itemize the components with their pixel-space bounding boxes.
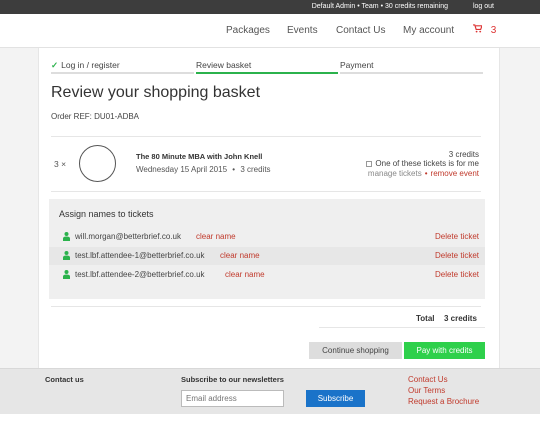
step-login[interactable]: ✓ Log in / register [51, 60, 120, 71]
clear-name-link[interactable]: clear name [196, 232, 236, 241]
remove-event-link[interactable]: remove event [431, 169, 479, 178]
attendee-row: test.lbf.attendee-2@betterbrief.co.uk cl… [49, 266, 485, 284]
main-nav: Packages Events Contact Us My account 3 [0, 14, 540, 48]
divider [51, 136, 481, 137]
event-actions: manage tickets • remove event [367, 169, 479, 178]
account-status: Default Admin • Team • 30 credits remain… [311, 3, 448, 10]
newsletter-email-input[interactable] [181, 390, 284, 407]
step-bar-review [196, 72, 338, 74]
footer: Contact us Subscribe to our newsletters … [0, 368, 540, 414]
event-quantity: 3 × [54, 159, 67, 169]
attendee-email: will.morgan@betterbrief.co.uk [75, 232, 181, 241]
nav-contact-us[interactable]: Contact Us [336, 25, 385, 36]
step-bar-payment [340, 72, 483, 74]
checkout-steps: ✓ Log in / register Review basket Payment [51, 60, 483, 74]
page-bottom [0, 414, 540, 443]
event-date-line: Wednesday 15 April 2015 • 3 credits [136, 165, 271, 174]
ticket-for-me[interactable]: One of these tickets is for me [366, 159, 479, 168]
event-title[interactable]: The 80 Minute MBA with John Knell [136, 152, 262, 161]
cart-icon [473, 24, 485, 36]
checkmark-icon: ✓ [51, 60, 59, 70]
top-bar: Default Admin • Team • 30 credits remain… [0, 0, 540, 14]
person-icon [63, 232, 70, 243]
pay-with-credits-button[interactable]: Pay with credits [404, 342, 485, 359]
page-title: Review your shopping basket [51, 84, 261, 101]
clear-name-link[interactable]: clear name [220, 251, 260, 260]
continue-shopping-button[interactable]: Continue shopping [309, 342, 402, 359]
delete-ticket-link[interactable]: Delete ticket [435, 270, 479, 279]
subscribe-button[interactable]: Subscribe [306, 390, 365, 407]
attendee-email: test.lbf.attendee-1@betterbrief.co.uk [75, 251, 205, 260]
cart-count: 3 [490, 25, 497, 36]
attendee-email: test.lbf.attendee-2@betterbrief.co.uk [75, 270, 205, 279]
assign-names-section: Assign names to tickets will.morgan@bett… [49, 199, 485, 299]
footer-link-contact-us[interactable]: Contact Us [408, 375, 448, 384]
attendee-row: will.morgan@betterbrief.co.uk clear name… [49, 228, 485, 246]
manage-tickets-link[interactable]: manage tickets [368, 169, 422, 178]
ticket-for-me-checkbox[interactable] [366, 160, 373, 167]
cart-button[interactable]: 3 [473, 24, 496, 36]
newsletter-heading: Subscribe to our newsletters [181, 375, 284, 384]
footer-link-our-terms[interactable]: Our Terms [408, 386, 445, 395]
assign-heading: Assign names to tickets [59, 209, 154, 219]
step-payment: Payment [340, 60, 374, 70]
person-icon [63, 251, 70, 262]
delete-ticket-link[interactable]: Delete ticket [435, 251, 479, 260]
basket-panel: ✓ Log in / register Review basket Payment… [38, 48, 500, 368]
nav-events[interactable]: Events [287, 25, 318, 36]
divider [51, 306, 481, 307]
footer-contact-heading: Contact us [45, 375, 84, 384]
footer-link-request-brochure[interactable]: Request a Brochure [408, 397, 479, 406]
logout-link[interactable]: log out [473, 3, 494, 10]
attendee-row: test.lbf.attendee-1@betterbrief.co.uk cl… [49, 247, 485, 265]
event-credits: 3 credits [448, 150, 479, 159]
nav-packages[interactable]: Packages [226, 25, 270, 36]
total-label: Total [416, 314, 435, 323]
total-value: 3 credits [444, 314, 477, 323]
divider [319, 327, 485, 328]
clear-name-link[interactable]: clear name [225, 270, 265, 279]
person-icon [63, 270, 70, 281]
order-ref: Order REF: DU01-ADBA [51, 112, 140, 121]
event-image [79, 145, 116, 182]
delete-ticket-link[interactable]: Delete ticket [435, 232, 479, 241]
step-bar-login [51, 72, 194, 74]
nav-my-account[interactable]: My account [403, 25, 454, 36]
step-review: Review basket [196, 60, 252, 70]
divider [51, 191, 481, 192]
